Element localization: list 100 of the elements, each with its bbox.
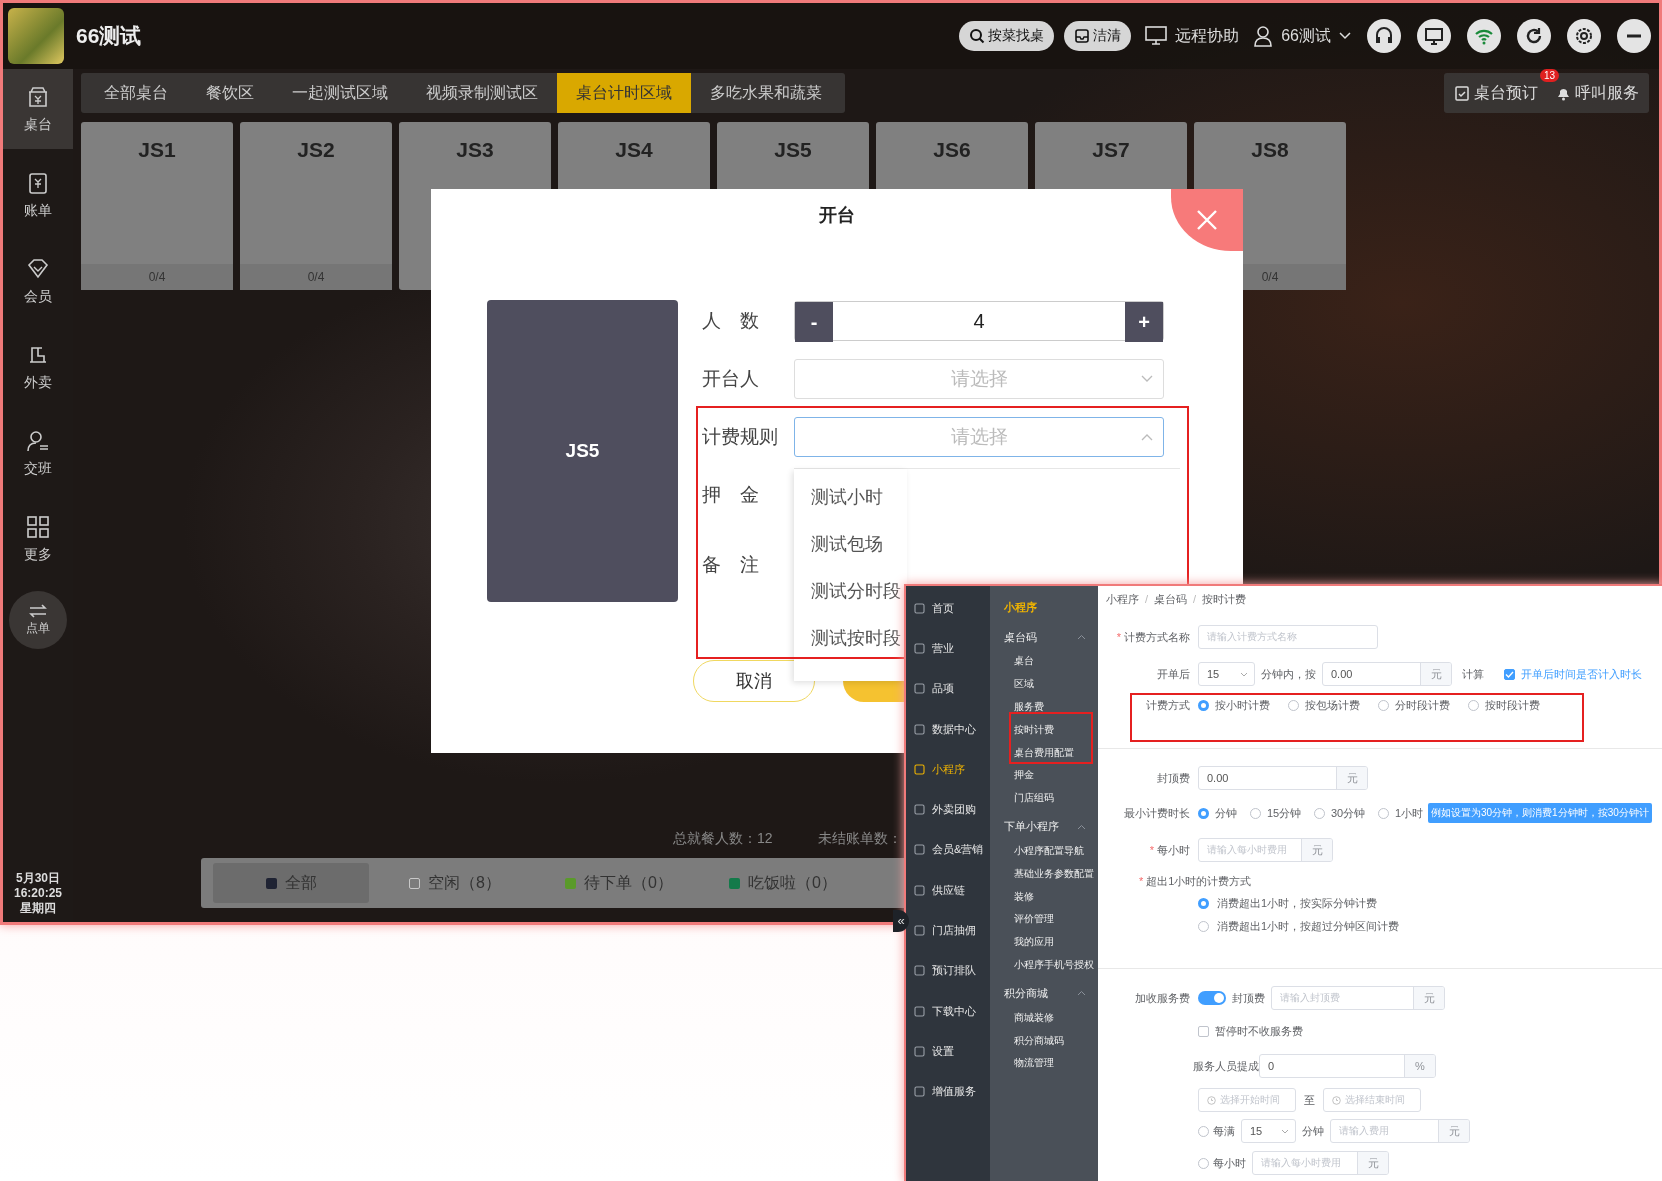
subnav-item[interactable]: 押金 xyxy=(990,764,1098,787)
subnav-item[interactable]: 评价管理 xyxy=(990,907,1098,931)
field-label: 加收服务费 xyxy=(1134,990,1190,1006)
subnav-item[interactable]: 区域 xyxy=(990,672,1098,696)
reservation-button[interactable]: 桌台预订 xyxy=(1454,73,1538,113)
square-icon xyxy=(914,925,925,936)
subnav-item[interactable]: 积分商城码 xyxy=(990,1029,1098,1052)
checkbox-label: 开单后时间是否计入时长 xyxy=(1521,666,1642,682)
sidebar-item[interactable]: 会员 xyxy=(3,241,73,321)
area-tab[interactable]: 全部桌台 xyxy=(85,73,187,113)
minutes-select[interactable]: 15 xyxy=(1241,1119,1296,1143)
seat-count: 0/4 xyxy=(240,264,392,290)
subnav-item[interactable]: 小程序手机号授权 xyxy=(990,953,1098,977)
area-tab[interactable]: 多吃水果和蔬菜 xyxy=(691,73,841,113)
search-button[interactable]: 按菜找桌 xyxy=(959,21,1055,51)
checkbox[interactable] xyxy=(1504,668,1515,680)
cap-input[interactable]: 0.00 元 xyxy=(1198,766,1368,790)
sidebar-item[interactable]: 桌台 xyxy=(3,69,73,149)
nav-item[interactable]: 营业 xyxy=(914,628,990,669)
square-icon xyxy=(914,1086,925,1098)
dropdown-option[interactable]: 测试小时 xyxy=(794,481,883,528)
nav-item[interactable]: 设置 xyxy=(914,1031,990,1072)
order-button[interactable]: 点单 xyxy=(9,591,67,649)
nav-item[interactable]: 数据中心 xyxy=(914,708,990,750)
nav-item[interactable]: 首页 xyxy=(914,588,990,629)
nav-item[interactable]: 外卖团购 xyxy=(914,789,990,830)
subnav-item[interactable]: 物流管理 xyxy=(990,1051,1098,1075)
time-text: 16:20:25 xyxy=(13,886,62,901)
minutes-select[interactable]: 15 xyxy=(1198,662,1255,686)
table-name: JS8 xyxy=(1251,138,1289,162)
radio-button[interactable] xyxy=(1198,699,1209,711)
clock-icon xyxy=(1332,1095,1341,1105)
subnav-item[interactable]: 桌台 xyxy=(990,650,1098,673)
nav-item[interactable]: 品项 xyxy=(914,668,990,709)
subnav-group[interactable]: 下单小程序 xyxy=(990,813,1098,840)
nav-item[interactable]: 下载中心 xyxy=(914,990,990,1032)
subnav-item[interactable]: 装修 xyxy=(990,885,1098,908)
subnav-item[interactable]: 小程序配置导航 xyxy=(990,839,1098,863)
inbox-icon xyxy=(1074,28,1091,44)
table-card[interactable]: JS2 0/4 xyxy=(240,122,392,290)
nav-item[interactable]: 小程序 xyxy=(914,749,990,790)
sidebar-item[interactable]: 更多 xyxy=(3,499,73,579)
subnav-item[interactable]: 商城装修 xyxy=(990,1006,1098,1030)
commission-input[interactable]: 0 % xyxy=(1259,1054,1436,1078)
field-label: * 超出1小时的计费方式 xyxy=(1139,873,1252,889)
field-label: 押 金 xyxy=(702,483,759,507)
chevron-icon xyxy=(1281,1128,1289,1134)
square-icon xyxy=(914,1005,925,1017)
range-separator: 至 xyxy=(1304,1092,1315,1108)
checkbox[interactable] xyxy=(1198,1025,1209,1037)
table-name: JS6 xyxy=(933,138,971,162)
toggle-switch[interactable] xyxy=(1198,991,1226,1005)
breadcrumb-link[interactable]: 按时计费 xyxy=(1202,591,1247,607)
remote-assist-button[interactable]: 远程协助 xyxy=(1145,25,1240,47)
subnav-item[interactable]: 我的应用 xyxy=(990,930,1098,954)
clock-icon xyxy=(1207,1095,1216,1105)
field-label: 开台人 xyxy=(702,367,760,391)
radio-button[interactable] xyxy=(1198,807,1209,819)
user-menu-button[interactable]: 66测试 xyxy=(1253,25,1351,47)
field-label: * 计费方式名称 xyxy=(1115,629,1190,645)
dropdown-option[interactable]: 测试包场 xyxy=(794,528,883,575)
table-name: JS3 xyxy=(456,138,494,162)
table-card[interactable]: JS1 0/4 xyxy=(81,122,233,290)
app-title: 66测试 xyxy=(76,23,142,49)
nav-item[interactable]: 供应链 xyxy=(914,870,990,911)
subnav-item[interactable]: 门店组码 xyxy=(990,786,1098,810)
subnav-item[interactable]: 基础业务参数配置 xyxy=(990,862,1098,886)
area-tab[interactable]: 餐饮区 xyxy=(187,73,273,113)
nav-item[interactable]: 增值服务 xyxy=(914,1071,990,1112)
subnav-item[interactable]: 按时计费 xyxy=(990,718,1098,742)
sidebar-item[interactable]: 外卖 xyxy=(3,327,73,407)
dropdown-option[interactable]: 测试分时段 xyxy=(794,575,901,622)
radio-label: 消费超出1小时，按实际分钟计费 xyxy=(1217,896,1378,911)
radio-label: 分钟 xyxy=(1215,805,1237,821)
logo-photo xyxy=(8,8,64,64)
square-icon xyxy=(914,723,925,735)
radio-button[interactable] xyxy=(1198,898,1209,909)
nav-item[interactable]: 门店抽佣 xyxy=(914,910,990,951)
breadcrumb-link[interactable]: 小程序 xyxy=(1106,591,1139,607)
nav-item[interactable]: 会员&营销 xyxy=(914,829,990,871)
swap-arrows-icon xyxy=(28,603,48,618)
area-tab[interactable]: 视频录制测试区 xyxy=(407,73,557,113)
nav-item[interactable]: 预订排队 xyxy=(914,950,990,991)
weekday-text: 星期四 xyxy=(20,901,56,916)
subnav-group[interactable]: 桌台码 xyxy=(990,624,1098,650)
radio-label: 消费超出1小时，按超过分钟区间计费 xyxy=(1217,919,1400,934)
radio-label: 每小时 xyxy=(1213,1155,1246,1171)
area-tab[interactable]: 一起测试区域 xyxy=(273,73,407,113)
clean-button[interactable]: 洁清 xyxy=(1064,21,1132,51)
user-icon xyxy=(1253,25,1274,47)
table-name: JS5 xyxy=(565,440,600,462)
amount-input[interactable]: 0.00 元 xyxy=(1322,662,1452,686)
subnav-group[interactable]: 积分商城 xyxy=(990,980,1098,1007)
sidebar-item[interactable]: 交班 xyxy=(3,413,73,493)
radio-label: 按时段计费 xyxy=(1485,697,1540,713)
sidebar-item[interactable]: 账单 xyxy=(3,155,73,235)
area-tab[interactable]: 桌台计时区域 xyxy=(557,73,691,113)
breadcrumb-link[interactable]: 桌台码 xyxy=(1154,591,1188,607)
collapse-button[interactable]: « xyxy=(893,910,909,932)
field-text: 分钟内，按 xyxy=(1261,666,1316,682)
